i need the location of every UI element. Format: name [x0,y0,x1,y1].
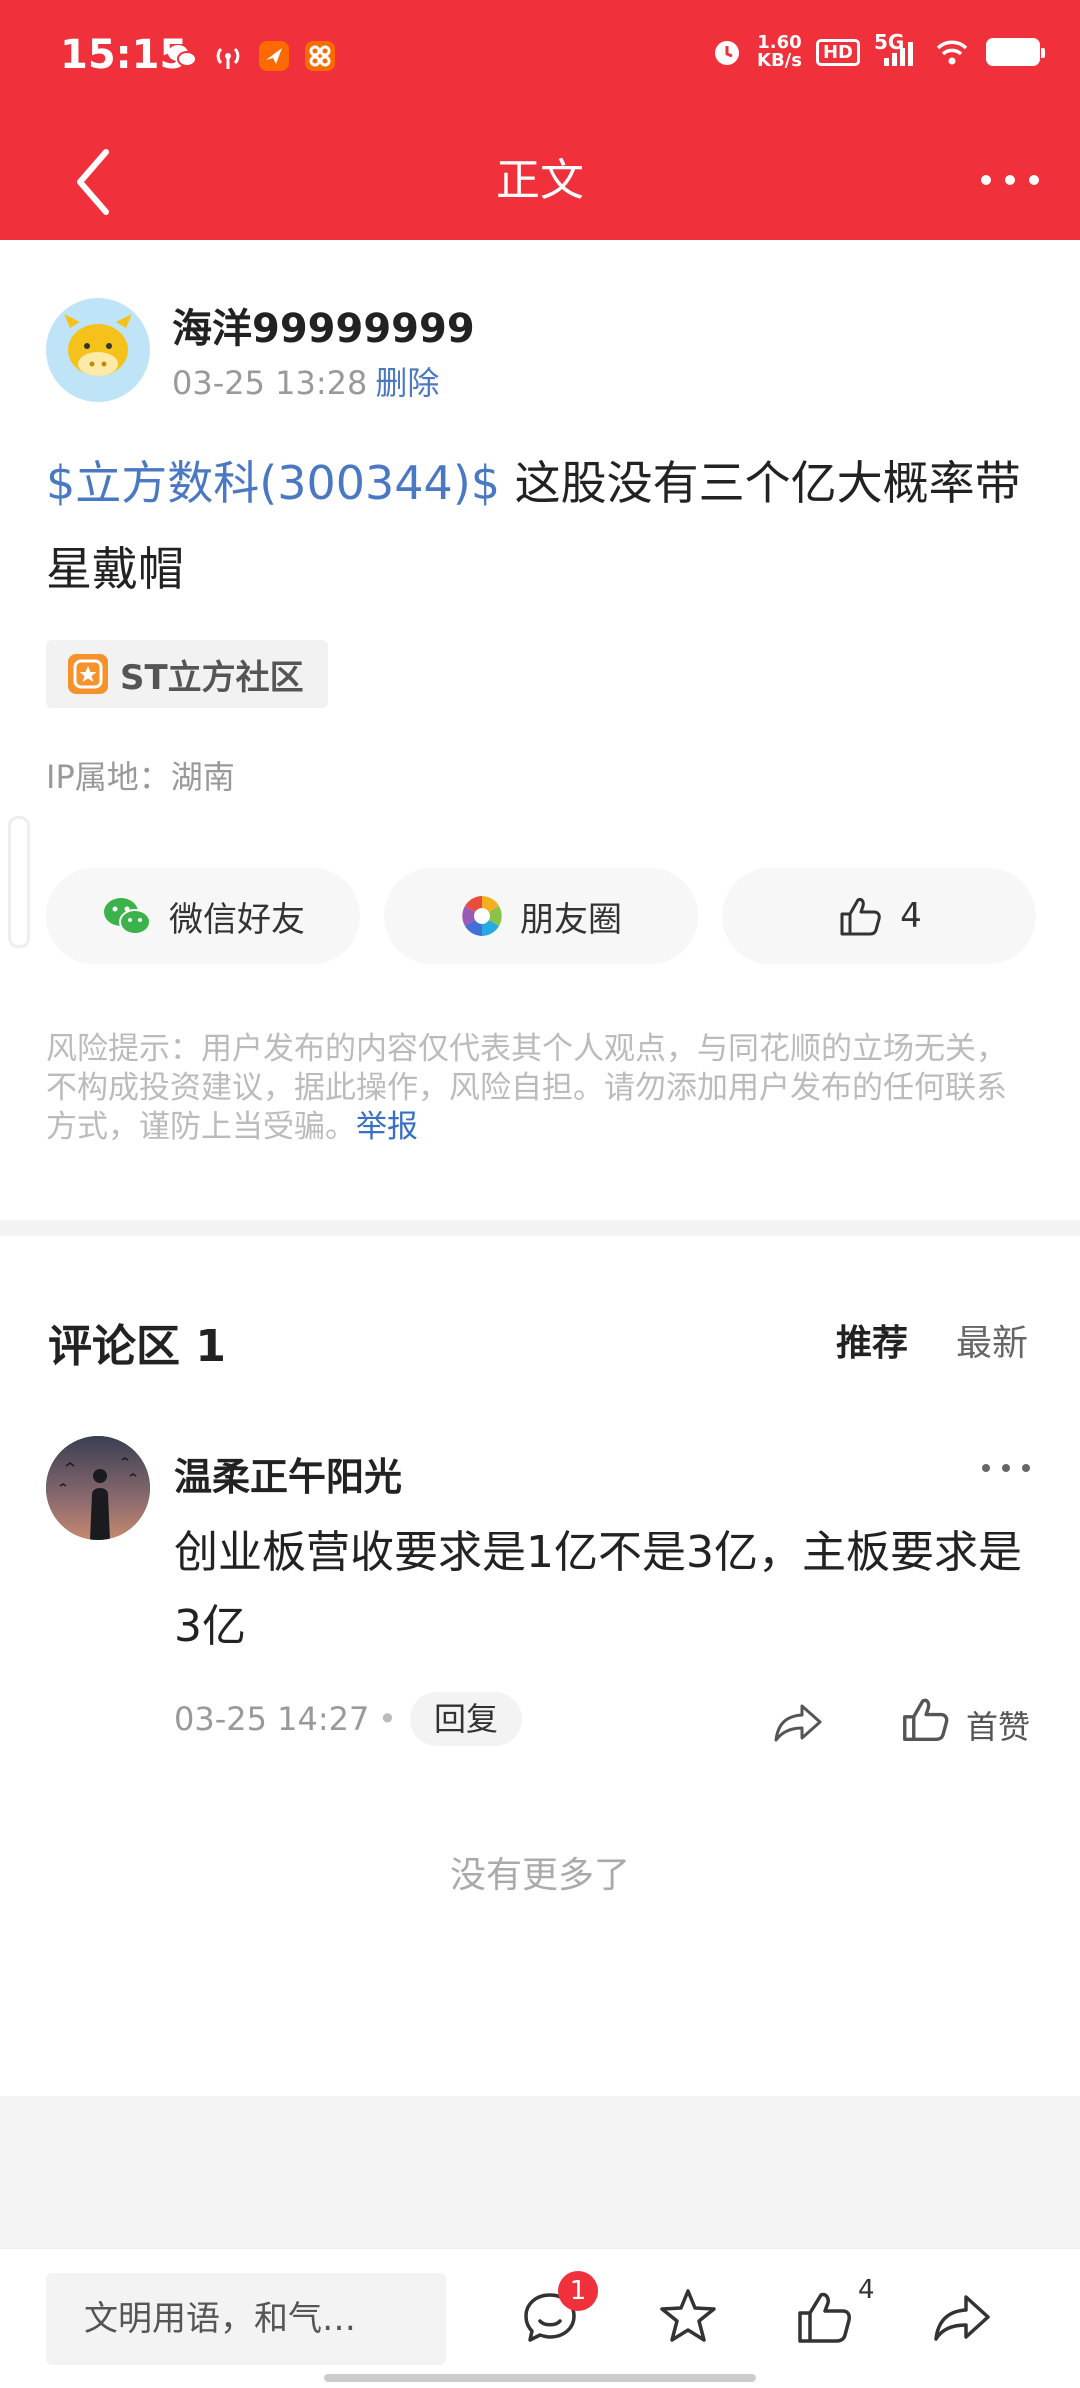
topic-star-icon [68,654,108,694]
post-date: 03-25 13:28 [172,364,368,402]
like-count: 4 [900,896,922,936]
sort-recommended-tab[interactable]: 推荐 [836,1314,908,1366]
moments-icon [462,896,502,936]
app-notification-icon-2 [305,41,335,71]
section-divider [0,1220,1080,1236]
share-icon[interactable] [930,2285,994,2349]
home-indicator[interactable] [324,2374,756,2382]
share-moments-button[interactable]: 朋友圈 [384,868,698,964]
wechat-icon [104,898,151,935]
comment-share-icon[interactable] [770,1694,826,1750]
share-moments-label: 朋友圈 [520,899,622,940]
thumbs-up-icon [840,898,881,936]
edge-handle[interactable] [8,816,30,948]
nav-bar: 正文 [0,120,1080,240]
comment-more-button[interactable] [976,1456,1036,1480]
report-link[interactable]: 举报 [356,1109,418,1145]
delete-link[interactable]: 删除 [375,364,439,402]
author-avatar[interactable] [46,298,150,402]
hd-voice-icon: HD [815,38,860,66]
comment-count-badge: 1 [558,2271,598,2311]
ip-location: IP属地：湖南 [46,758,235,796]
comment-input[interactable]: 文明用语，和气… [46,2273,446,2365]
no-more-text: 没有更多了 [449,1855,630,1896]
topic-label: ST立方社区 [120,657,304,698]
more-options-button[interactable] [970,160,1050,200]
silhouette-avatar-icon [46,1436,150,1540]
cow-avatar-icon [64,314,132,376]
hotspot-icon [216,47,240,69]
sort-latest-tab[interactable]: 最新 [956,1314,1028,1366]
like-button[interactable]: 4 [722,868,1036,964]
notification-icons [166,40,336,72]
comment-text: 创业板营收要求是1亿不是3亿，主板要求是3亿 [174,1527,1022,1652]
bottom-action-bar: 文明用语，和气… 1 4 [0,2248,1080,2388]
wifi-icon [936,40,968,65]
share-wechat-label: 微信好友 [169,899,305,940]
author-name[interactable]: 海洋99999999 [172,296,475,354]
comment-like-label[interactable]: 首赞 [966,1702,1030,1748]
network-speed: 1.60 KB/s [757,32,802,71]
comment-date: 03-25 14:27 [174,1700,370,1738]
app-header: 15:15 1.60 KB/s HD 5G 正文 [0,0,1080,240]
status-bar: 15:15 1.60 KB/s HD 5G [0,0,1080,120]
commenter-avatar[interactable] [46,1436,150,1540]
separator-dot: • [378,1700,397,1738]
post-content: $立方数科(300344)$ 这股没有三个亿大概率带星戴帽 [46,440,1036,612]
cell-signal-icon: 5G [874,30,918,68]
footer-spacer [0,2096,1080,2248]
comments-title: 评论区 1 [48,1321,226,1372]
comment-like-icon[interactable] [898,1692,952,1746]
topic-tag[interactable]: ST立方社区 [46,640,328,708]
bottom-like-icon[interactable] [792,2285,856,2349]
bottom-like-count: 4 [858,2275,875,2305]
system-status-icons: 1.60 KB/s HD 5G [711,30,1045,71]
share-wechat-button[interactable]: 微信好友 [46,868,360,964]
stock-link[interactable]: $立方数科(300344)$ [46,456,500,510]
alarm-icon [715,41,740,65]
share-actions: 微信好友 朋友圈 4 [46,868,1036,964]
favorite-star-icon[interactable] [656,2285,720,2349]
risk-notice: 风险提示：用户发布的内容仅代表其个人观点，与同花顺的立场无关，不构成投资建议，据… [46,1030,1036,1147]
risk-text: 风险提示：用户发布的内容仅代表其个人观点，与同花顺的立场无关，不构成投资建议，据… [46,1031,1007,1145]
commenter-name[interactable]: 温柔正午阳光 [174,1446,402,1501]
battery-icon [986,38,1045,66]
post-meta: 03-25 13:28 删除 [172,358,439,404]
app-notification-icon [259,41,289,71]
reply-button[interactable]: 回复 [410,1692,523,1746]
page-title: 正文 [496,155,584,206]
wechat-notification-icon [168,45,197,67]
